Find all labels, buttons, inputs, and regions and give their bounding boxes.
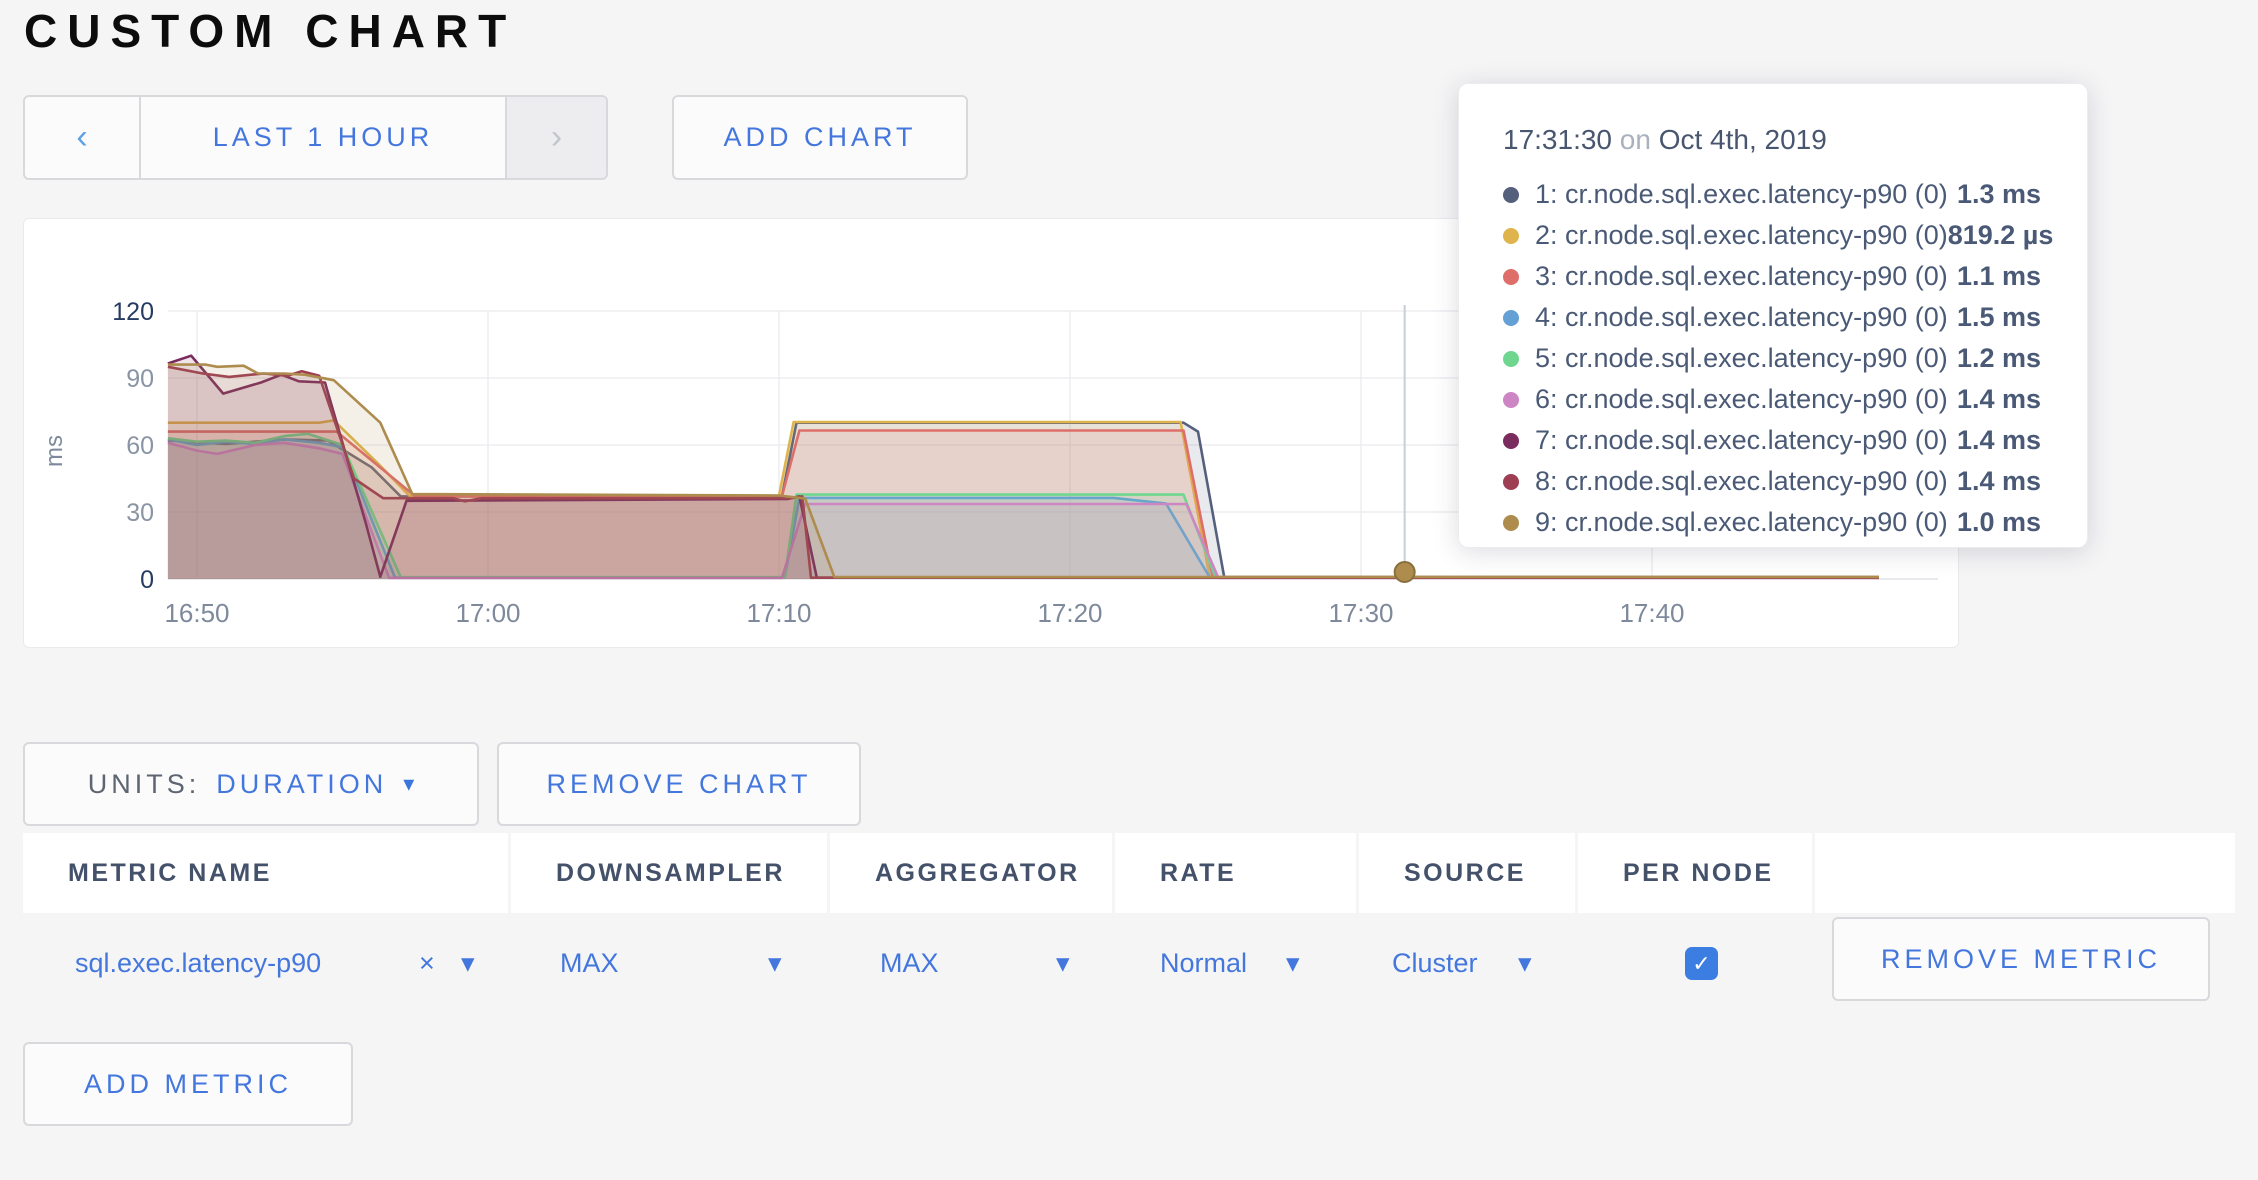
metric-name-value[interactable]: sql.exec.latency-p90 [75, 913, 321, 1013]
metrics-table-header: METRIC NAME DOWNSAMPLER AGGREGATOR RATE … [23, 833, 2235, 913]
tooltip-series-row: 6: cr.node.sql.exec.latency-p90 (0)1.4 m… [1503, 379, 2041, 420]
tooltip-series-row: 9: cr.node.sql.exec.latency-p90 (0)1.0 m… [1503, 502, 2041, 543]
tooltip-series-label: 1: cr.node.sql.exec.latency-p90 (0) [1535, 179, 1957, 210]
tooltip-series-value: 1.1 ms [1957, 261, 2041, 292]
source-caret-icon[interactable]: ▾ [1518, 913, 1532, 1013]
tooltip-series-row: 2: cr.node.sql.exec.latency-p90 (0)819.2… [1503, 215, 2041, 256]
tooltip-title: 17:31:30 on Oct 4th, 2019 [1503, 124, 2041, 156]
header-actions [1815, 833, 2235, 913]
y-tick-label: 120 [112, 298, 154, 326]
add-metric-label: ADD METRIC [84, 1069, 292, 1100]
source-select[interactable]: Cluster [1392, 913, 1478, 1013]
units-dropdown[interactable]: UNITS: DURATION ▾ [23, 742, 479, 826]
chart-hover-tooltip: 17:31:30 on Oct 4th, 2019 1: cr.node.sql… [1458, 83, 2088, 548]
header-per-node: PER NODE [1578, 833, 1812, 913]
caret-down-icon: ▾ [403, 771, 414, 797]
time-range-prev-button[interactable]: ‹ [25, 97, 139, 178]
tooltip-series-value: 1.4 ms [1957, 384, 2041, 415]
x-tick-label: 17:40 [1619, 598, 1684, 628]
tooltip-series-value: 1.0 ms [1957, 507, 2041, 538]
remove-metric-button[interactable]: REMOVE METRIC [1832, 917, 2210, 1001]
downsampler-caret-icon[interactable]: ▾ [768, 913, 782, 1013]
series-color-dot-icon [1503, 228, 1519, 244]
tooltip-series-value: 1.4 ms [1957, 425, 2041, 456]
series-color-dot-icon [1503, 269, 1519, 285]
aggregator-select[interactable]: MAX [880, 913, 939, 1013]
tooltip-series-row: 5: cr.node.sql.exec.latency-p90 (0)1.2 m… [1503, 338, 2041, 379]
series-color-dot-icon [1503, 474, 1519, 490]
tooltip-series-label: 6: cr.node.sql.exec.latency-p90 (0) [1535, 384, 1957, 415]
x-tick-label: 17:30 [1328, 598, 1393, 628]
tooltip-series-label: 5: cr.node.sql.exec.latency-p90 (0) [1535, 343, 1957, 374]
units-value: DURATION [216, 769, 387, 800]
tooltip-series-label: 3: cr.node.sql.exec.latency-p90 (0) [1535, 261, 1957, 292]
x-tick-label: 16:50 [164, 598, 229, 628]
tooltip-time: 17:31:30 [1503, 124, 1612, 155]
tooltip-series-value: 1.5 ms [1957, 302, 2041, 333]
y-tick-label: 30 [126, 499, 154, 527]
metric-row: sql.exec.latency-p90 × ▾ MAX ▾ MAX ▾ Nor… [23, 913, 2235, 1013]
series-color-dot-icon [1503, 351, 1519, 367]
tooltip-series-value: 1.4 ms [1957, 466, 2041, 497]
y-axis-unit-label: ms [41, 435, 68, 467]
tooltip-series-row: 7: cr.node.sql.exec.latency-p90 (0)1.4 m… [1503, 420, 2041, 461]
header-metric-name: METRIC NAME [23, 833, 508, 913]
tooltip-on-word: on [1620, 124, 1651, 155]
clear-metric-icon[interactable]: × [419, 913, 435, 1013]
add-chart-button[interactable]: ADD CHART [672, 95, 968, 180]
header-rate: RATE [1115, 833, 1356, 913]
series-color-dot-icon [1503, 392, 1519, 408]
chevron-left-icon: ‹ [76, 118, 87, 157]
series-color-dot-icon [1503, 433, 1519, 449]
tooltip-date: Oct 4th, 2019 [1659, 124, 1827, 155]
downsampler-select[interactable]: MAX [560, 913, 619, 1013]
y-tick-label: 0 [140, 566, 154, 594]
aggregator-caret-icon[interactable]: ▾ [1056, 913, 1070, 1013]
page-title: CUSTOM CHART [24, 4, 516, 58]
time-range-selector: ‹ LAST 1 HOUR › [23, 95, 608, 180]
add-metric-button[interactable]: ADD METRIC [23, 1042, 353, 1126]
rate-caret-icon[interactable]: ▾ [1286, 913, 1300, 1013]
tooltip-series-label: 9: cr.node.sql.exec.latency-p90 (0) [1535, 507, 1957, 538]
remove-chart-button[interactable]: REMOVE CHART [497, 742, 861, 826]
add-chart-label: ADD CHART [723, 122, 916, 153]
tooltip-series-value: 819.2 µs [1948, 220, 2054, 251]
tooltip-series-label: 8: cr.node.sql.exec.latency-p90 (0) [1535, 466, 1957, 497]
tooltip-series-value: 1.3 ms [1957, 179, 2041, 210]
metric-name-caret-icon[interactable]: ▾ [461, 913, 475, 1013]
custom-chart-page: CUSTOM CHART ‹ LAST 1 HOUR › ADD CHART 0… [0, 0, 2258, 1180]
tooltip-series-label: 4: cr.node.sql.exec.latency-p90 (0) [1535, 302, 1957, 333]
hover-point-dot [1395, 562, 1415, 582]
tooltip-series-row: 1: cr.node.sql.exec.latency-p90 (0)1.3 m… [1503, 174, 2041, 215]
header-downsampler: DOWNSAMPLER [511, 833, 827, 913]
header-aggregator: AGGREGATOR [830, 833, 1112, 913]
per-node-checkbox[interactable]: ✓ [1685, 947, 1718, 980]
checkmark-icon: ✓ [1692, 951, 1710, 977]
chevron-right-icon: › [551, 118, 562, 157]
units-prefix-label: UNITS: [88, 769, 201, 800]
tooltip-series-label: 2: cr.node.sql.exec.latency-p90 (0) [1535, 220, 1948, 251]
x-tick-label: 17:00 [455, 598, 520, 628]
header-source: SOURCE [1359, 833, 1575, 913]
remove-metric-label: REMOVE METRIC [1881, 944, 2161, 975]
series-color-dot-icon [1503, 187, 1519, 203]
tooltip-series-row: 4: cr.node.sql.exec.latency-p90 (0)1.5 m… [1503, 297, 2041, 338]
y-tick-label: 90 [126, 365, 154, 393]
time-range-next-button[interactable]: › [507, 97, 606, 178]
x-tick-label: 17:20 [1037, 598, 1102, 628]
series-color-dot-icon [1503, 515, 1519, 531]
remove-chart-label: REMOVE CHART [546, 769, 811, 800]
tooltip-series-row: 3: cr.node.sql.exec.latency-p90 (0)1.1 m… [1503, 256, 2041, 297]
y-tick-label: 60 [126, 432, 154, 460]
x-tick-label: 17:10 [746, 598, 811, 628]
tooltip-rows: 1: cr.node.sql.exec.latency-p90 (0)1.3 m… [1503, 174, 2041, 543]
tooltip-series-value: 1.2 ms [1957, 343, 2041, 374]
rate-select[interactable]: Normal [1160, 913, 1247, 1013]
tooltip-series-label: 7: cr.node.sql.exec.latency-p90 (0) [1535, 425, 1957, 456]
time-range-label[interactable]: LAST 1 HOUR [139, 97, 507, 178]
tooltip-series-row: 8: cr.node.sql.exec.latency-p90 (0)1.4 m… [1503, 461, 2041, 502]
series-color-dot-icon [1503, 310, 1519, 326]
